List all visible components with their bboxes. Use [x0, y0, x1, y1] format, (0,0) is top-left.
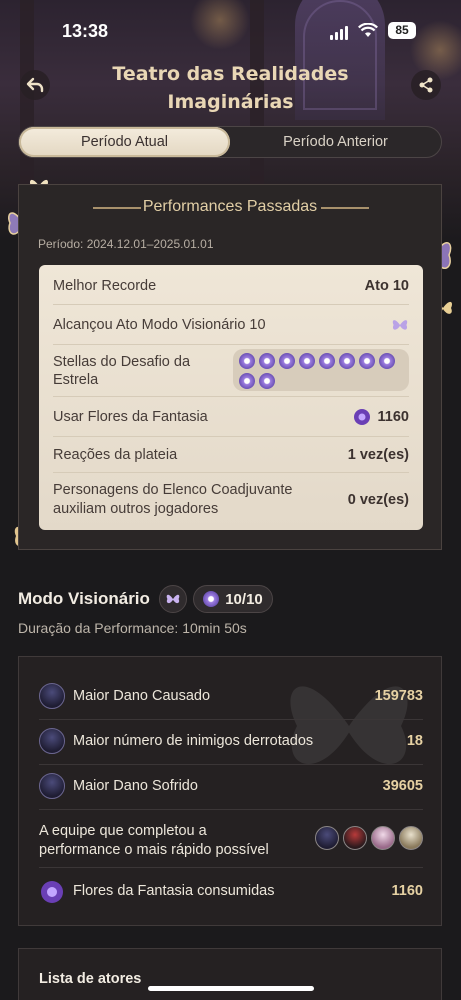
- tab-current-period[interactable]: Período Atual: [19, 127, 230, 157]
- status-bar: 13:38 85: [0, 18, 461, 46]
- team-member-avatar: [371, 826, 395, 850]
- challenge-stars: [233, 349, 409, 391]
- visionary-badge: [159, 585, 187, 613]
- status-time: 13:38: [62, 21, 109, 41]
- star-icon: [203, 591, 220, 607]
- share-button[interactable]: [411, 70, 441, 100]
- back-arrow-icon: [26, 77, 44, 93]
- stat-row: Maior Dano Sofrido 39605: [39, 773, 423, 801]
- character-avatar: [39, 683, 65, 709]
- stats-panel: Maior Dano Causado 159783 Maior número d…: [18, 656, 442, 926]
- share-icon: [419, 77, 433, 93]
- team-member-avatar: [315, 826, 339, 850]
- team-member-avatar: [399, 826, 423, 850]
- character-avatar: [39, 728, 65, 754]
- visionary-mode-title: Modo Visionário: [18, 589, 150, 608]
- stat-row: Maior número de inimigos derrotados 18: [39, 728, 423, 756]
- tab-previous-period[interactable]: Período Anterior: [230, 127, 441, 157]
- stat-row: Flores da Fantasia consumidas 1160: [39, 878, 423, 906]
- past-performances-panel: Performances Passadas Período: 2024.12.0…: [18, 184, 442, 550]
- star-icon: [259, 353, 275, 369]
- star-icon: [299, 353, 315, 369]
- summary-row: Alcançou Ato Modo Visionário 10: [53, 305, 409, 345]
- butterfly-badge-icon: [392, 320, 408, 330]
- back-button[interactable]: [20, 70, 50, 100]
- stat-row: A equipe que completou a performance o ma…: [39, 820, 423, 860]
- summary-row: Usar Flores da Fantasia 1160: [53, 397, 409, 437]
- summary-row: Melhor Recorde Ato 10: [53, 265, 409, 305]
- star-icon: [359, 353, 375, 369]
- summary-row: Stellas do Desafio da Estrela: [53, 345, 409, 397]
- star-icon: [279, 353, 295, 369]
- performance-summary-card: Melhor Recorde Ato 10 Alcançou Ato Modo …: [39, 265, 423, 530]
- star-icon: [239, 353, 255, 369]
- ornament-right: [321, 207, 369, 209]
- stat-row: Maior Dano Causado 159783: [39, 683, 423, 711]
- signal-icon: [330, 26, 348, 40]
- performance-duration: Duração da Performance: 10min 50s: [18, 620, 247, 636]
- stars-score-pill: 10/10: [193, 585, 273, 613]
- fastest-team: [315, 826, 423, 850]
- star-icon: [339, 353, 355, 369]
- character-avatar: [39, 773, 65, 799]
- battery-indicator: 85: [388, 22, 416, 39]
- period-tabs: Período Atual Período Anterior: [18, 126, 442, 158]
- home-indicator[interactable]: [148, 986, 314, 991]
- team-member-avatar: [343, 826, 367, 850]
- actors-panel: Lista de atores: [18, 948, 442, 1000]
- summary-row: Reações da plateia 1 vez(es): [53, 437, 409, 473]
- period-range: Período: 2024.12.01–2025.01.01: [38, 237, 214, 251]
- star-icon: [319, 353, 335, 369]
- butterfly-icon: [166, 594, 180, 604]
- panel-heading: Performances Passadas: [142, 198, 318, 215]
- butterfly-watermark-icon: [290, 686, 408, 765]
- star-icon: [379, 353, 395, 369]
- star-icon: [239, 373, 255, 389]
- fantasy-flower-icon: [41, 881, 63, 903]
- actors-list-title: Lista de atores: [39, 971, 142, 987]
- wifi-icon: [358, 23, 378, 37]
- summary-row: Personagens do Elenco Coadjuvante auxilia…: [53, 482, 409, 517]
- star-icon: [259, 373, 275, 389]
- page-title: Teatro das Realidades Imaginárias: [112, 63, 349, 113]
- fantasy-flower-icon: [354, 409, 370, 425]
